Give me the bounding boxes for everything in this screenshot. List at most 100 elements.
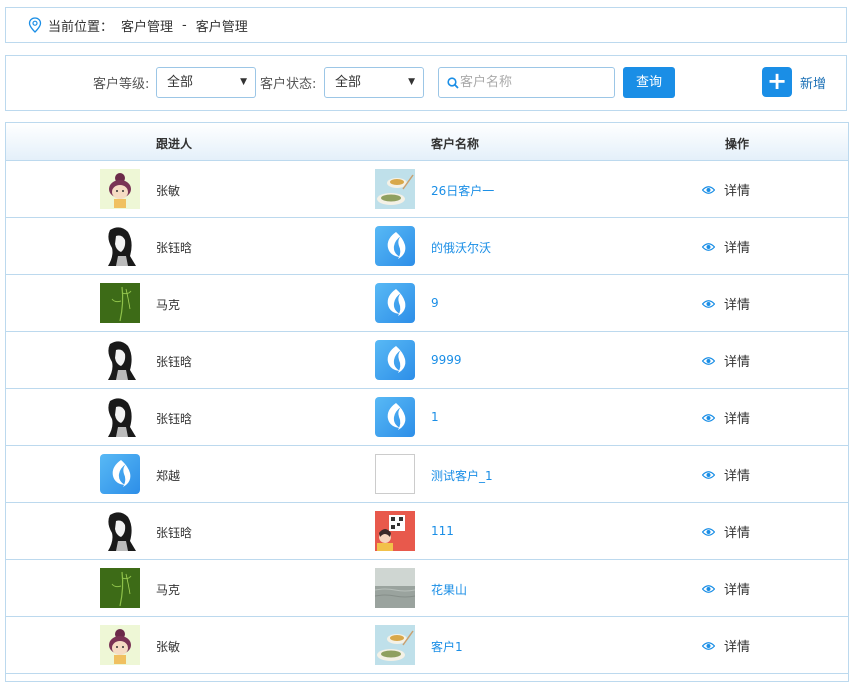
eye-icon (702, 413, 715, 422)
header-customer: 客户名称 (431, 137, 480, 151)
detail-button[interactable]: 详情 (702, 294, 750, 313)
header-action: 操作 (725, 137, 750, 151)
follower-name: 郑越 (156, 469, 181, 483)
blue-logo (375, 340, 415, 380)
search-icon (447, 77, 459, 89)
breadcrumb-level2: 客户管理 (195, 19, 248, 35)
table-row: 张敏 26日客户一 详情 (6, 161, 848, 218)
detail-button[interactable]: 详情 (702, 351, 750, 370)
customer-level-value: 全部 (167, 75, 194, 90)
detail-label[interactable]: 详情 (724, 522, 750, 541)
ink-portrait-avatar (100, 397, 140, 437)
customer-name-link[interactable]: 1 (431, 410, 439, 424)
header-follower: 跟进人 (156, 137, 193, 151)
customer-avatar (375, 625, 415, 665)
follower-avatar (100, 625, 140, 665)
search-input[interactable] (460, 69, 610, 96)
follower-name: 张钰晗 (156, 412, 193, 426)
breadcrumb-separator: - (182, 17, 187, 33)
detail-label[interactable]: 详情 (724, 408, 750, 427)
customer-level-select[interactable]: 全部 ▼ (156, 67, 256, 98)
customer-name-search[interactable] (438, 67, 615, 98)
customer-avatar (375, 340, 415, 380)
green-plant-avatar (100, 568, 140, 608)
breadcrumb-level1[interactable]: 客户管理 (121, 16, 173, 35)
follower-name: 张钰晗 (156, 526, 193, 540)
detail-button[interactable]: 详情 (702, 465, 750, 484)
customer-status-value: 全部 (335, 75, 362, 90)
detail-button[interactable]: 详情 (702, 237, 750, 256)
customer-avatar (375, 226, 415, 266)
detail-button[interactable]: 详情 (702, 522, 750, 541)
detail-button[interactable]: 详情 (702, 408, 750, 427)
girl-avatar (100, 169, 140, 209)
plus-icon[interactable]: + (762, 67, 792, 97)
location-pin-icon (28, 17, 42, 33)
customer-name-link[interactable]: 花果山 (431, 581, 467, 598)
follower-name: 马克 (156, 298, 181, 312)
table-row: 张钰晗 的俄沃尔沃 详情 (6, 218, 848, 275)
table-row: 马克 花果山 详情 (6, 560, 848, 617)
customer-avatar (375, 454, 415, 494)
green-plant-avatar (100, 283, 140, 323)
follower-avatar (100, 283, 140, 323)
ink-portrait-avatar (100, 226, 140, 266)
breadcrumb-prefix: 当前位置： (48, 19, 114, 35)
add-label[interactable]: 新增 (800, 73, 826, 92)
customer-name-link[interactable]: 26日客户一 (431, 182, 494, 199)
follower-avatar (100, 454, 140, 494)
follower-name: 张钰晗 (156, 355, 193, 369)
customer-status-label: 客户状态: (260, 77, 317, 92)
customer-name-link[interactable]: 111 (431, 524, 454, 538)
follower-avatar (100, 511, 140, 551)
food-image (375, 625, 415, 665)
customer-avatar (375, 283, 415, 323)
table-row: 张钰晗 1 详情 (6, 389, 848, 446)
add-button[interactable]: + 新增 (762, 66, 826, 98)
blue-logo (375, 283, 415, 323)
customer-name-link[interactable]: 测试客户_1 (431, 467, 493, 484)
caret-down-icon: ▼ (240, 77, 247, 87)
ink-portrait-avatar (100, 340, 140, 380)
blue-logo (375, 226, 415, 266)
detail-button[interactable]: 详情 (702, 636, 750, 655)
breadcrumb: 当前位置： 客户管理 - 客户管理 (5, 7, 847, 43)
table-row: 郑越 测试客户_1 详情 (6, 446, 848, 503)
detail-button[interactable]: 详情 (702, 579, 750, 598)
query-button[interactable]: 查询 (623, 67, 675, 98)
detail-label[interactable]: 详情 (724, 294, 750, 313)
eye-icon (702, 185, 715, 194)
follower-avatar (100, 226, 140, 266)
detail-label[interactable]: 详情 (724, 237, 750, 256)
table-row: 马克 9 详情 (6, 275, 848, 332)
table-row: 张敏 客户1 详情 (6, 617, 848, 674)
customer-status-select[interactable]: 全部 ▼ (324, 67, 424, 98)
follower-avatar (100, 169, 140, 209)
detail-label[interactable]: 详情 (724, 180, 750, 199)
customer-level-label: 客户等级: (93, 77, 150, 92)
blue-logo (375, 397, 415, 437)
customer-avatar (375, 511, 415, 551)
caret-down-icon: ▼ (408, 77, 415, 87)
detail-label[interactable]: 详情 (724, 351, 750, 370)
customer-name-link[interactable]: 客户1 (431, 638, 463, 655)
table-header: 跟进人 客户名称 操作 (6, 123, 848, 161)
follower-name: 张钰晗 (156, 241, 193, 255)
customer-name-link[interactable]: 9 (431, 296, 439, 310)
eye-icon (702, 356, 715, 365)
follower-avatar (100, 568, 140, 608)
follower-avatar (100, 340, 140, 380)
eye-icon (702, 584, 715, 593)
table-row: 张钰晗 9999 详情 (6, 332, 848, 389)
detail-label[interactable]: 详情 (724, 636, 750, 655)
customer-name-link[interactable]: 的俄沃尔沃 (431, 239, 491, 256)
eye-icon (702, 299, 715, 308)
eye-icon (702, 527, 715, 536)
detail-label[interactable]: 详情 (724, 465, 750, 484)
ink-portrait-avatar (100, 511, 140, 551)
table-row: 张钰晗 111 详情 (6, 503, 848, 560)
detail-button[interactable]: 详情 (702, 180, 750, 199)
filter-bar: 客户等级: 全部 ▼ 客户状态: 全部 ▼ 查询 + 新增 (5, 55, 847, 111)
customer-name-link[interactable]: 9999 (431, 353, 462, 367)
detail-label[interactable]: 详情 (724, 579, 750, 598)
